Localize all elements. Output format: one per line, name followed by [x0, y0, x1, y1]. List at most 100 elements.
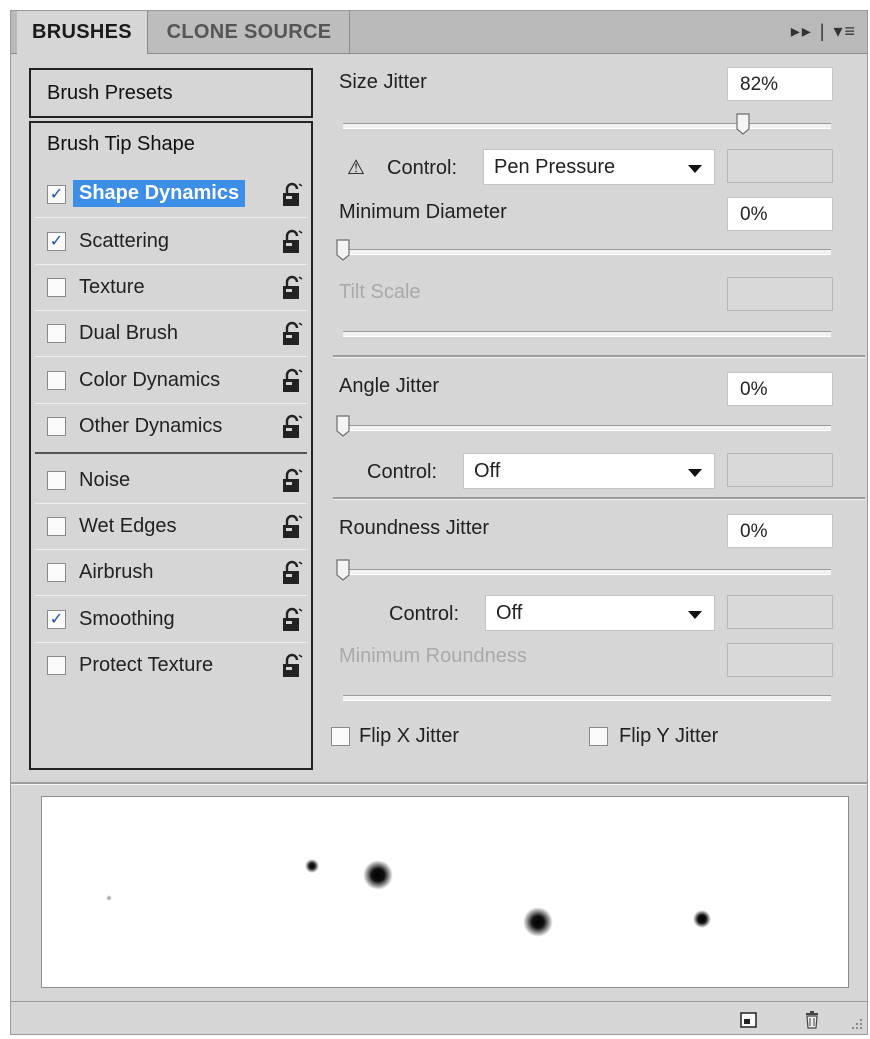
- roundness-jitter-label: Roundness Jitter: [339, 517, 490, 539]
- lock-icon[interactable]: [281, 321, 303, 347]
- warning-icon: ⚠: [347, 157, 365, 179]
- angle-jitter-label: Angle Jitter: [339, 375, 440, 397]
- brush-presets-button[interactable]: Brush Presets: [29, 68, 313, 118]
- size-control-value: Pen Pressure: [494, 156, 616, 178]
- lock-icon[interactable]: [281, 414, 303, 440]
- brush-option-smoothing[interactable]: ✓ Smoothing: [35, 598, 307, 643]
- brush-option-protect-texture[interactable]: Protect Texture: [35, 644, 307, 689]
- minimum-roundness-label: Minimum Roundness: [339, 645, 527, 667]
- roundness-jitter-slider[interactable]: [343, 569, 831, 575]
- size-jitter-label: Size Jitter: [339, 71, 427, 93]
- angle-jitter-slider-thumb[interactable]: [334, 415, 352, 437]
- control-label: Control:: [387, 157, 458, 179]
- option-label: Protect Texture: [79, 654, 214, 676]
- option-label: Dual Brush: [79, 322, 178, 344]
- option-label: Wet Edges: [79, 515, 177, 537]
- panel-menu-icon[interactable]: ▸▸ | ▾≡: [791, 21, 857, 42]
- tilt-scale-input: [727, 277, 833, 311]
- brush-stroke-preview: [41, 796, 849, 988]
- brush-option-noise[interactable]: Noise: [35, 459, 307, 504]
- option-checkbox[interactable]: [47, 371, 66, 390]
- row-divider: [35, 310, 307, 311]
- angle-fade-input: [727, 453, 833, 487]
- option-checkbox[interactable]: [47, 656, 66, 675]
- brushes-panel: BRUSHES CLONE SOURCE ▸▸ | ▾≡ Brush Prese…: [10, 10, 868, 1035]
- preview-dab: [693, 910, 711, 928]
- row-divider: [35, 217, 307, 218]
- preview-dab: [305, 859, 319, 873]
- size-jitter-input[interactable]: 82%: [727, 67, 833, 101]
- angle-control-select[interactable]: Off: [463, 453, 715, 489]
- minimum-diameter-slider-thumb[interactable]: [334, 239, 352, 261]
- lock-icon[interactable]: [281, 514, 303, 540]
- lock-icon[interactable]: [281, 607, 303, 633]
- roundness-control-value: Off: [496, 602, 523, 624]
- size-jitter-slider[interactable]: [343, 123, 831, 129]
- control-label: Control:: [389, 603, 460, 625]
- brush-option-other-dynamics[interactable]: Other Dynamics: [35, 405, 307, 450]
- tab-bar: BRUSHES CLONE SOURCE ▸▸ | ▾≡: [11, 11, 867, 54]
- size-control-select[interactable]: Pen Pressure: [483, 149, 715, 185]
- roundness-control-select[interactable]: Off: [485, 595, 715, 631]
- flip-x-checkbox[interactable]: [331, 727, 350, 746]
- chevron-down-icon: [688, 611, 702, 619]
- section-divider: [11, 782, 867, 785]
- angle-control-value: Off: [474, 460, 501, 482]
- brush-option-airbrush[interactable]: Airbrush: [35, 551, 307, 596]
- tilt-scale-label: Tilt Scale: [339, 281, 421, 303]
- option-checkbox[interactable]: ✓: [47, 185, 66, 204]
- roundness-jitter-slider-thumb[interactable]: [334, 559, 352, 581]
- lock-icon[interactable]: [281, 229, 303, 255]
- option-checkbox[interactable]: [47, 417, 66, 436]
- footer-divider: [11, 1001, 867, 1002]
- new-preset-icon[interactable]: [738, 1008, 760, 1030]
- option-label: Smoothing: [79, 608, 175, 630]
- lock-icon[interactable]: [281, 182, 303, 208]
- chevron-down-icon: [688, 165, 702, 173]
- angle-jitter-slider[interactable]: [343, 425, 831, 431]
- size-jitter-slider-thumb[interactable]: [734, 113, 752, 135]
- chevron-down-icon: [688, 469, 702, 477]
- lock-icon[interactable]: [281, 653, 303, 679]
- row-divider: [35, 549, 307, 550]
- option-checkbox[interactable]: [47, 563, 66, 582]
- tilt-scale-slider: [343, 331, 831, 337]
- option-checkbox[interactable]: [47, 517, 66, 536]
- lock-icon[interactable]: [281, 560, 303, 586]
- row-divider: [35, 503, 307, 504]
- preview-dab: [106, 895, 112, 901]
- trash-icon[interactable]: [801, 1008, 823, 1030]
- brush-option-scattering[interactable]: ✓ Scattering: [35, 220, 307, 265]
- roundness-fade-input: [727, 595, 833, 629]
- brush-tip-shape-item[interactable]: Brush Tip Shape: [47, 133, 195, 156]
- option-checkbox[interactable]: [47, 324, 66, 343]
- brush-option-texture[interactable]: Texture: [35, 266, 307, 311]
- option-label: Other Dynamics: [79, 415, 223, 437]
- section-divider: [333, 497, 865, 500]
- minimum-diameter-label: Minimum Diameter: [339, 201, 507, 223]
- fade-steps-input: [727, 149, 833, 183]
- group-divider: [35, 452, 307, 454]
- option-label: Shape Dynamics: [73, 180, 246, 207]
- option-checkbox[interactable]: ✓: [47, 232, 66, 251]
- lock-icon[interactable]: [281, 275, 303, 301]
- option-checkbox[interactable]: [47, 471, 66, 490]
- brush-option-wet-edges[interactable]: Wet Edges: [35, 505, 307, 550]
- lock-icon[interactable]: [281, 468, 303, 494]
- row-divider: [35, 642, 307, 643]
- option-checkbox[interactable]: ✓: [47, 610, 66, 629]
- brush-option-dual-brush[interactable]: Dual Brush: [35, 312, 307, 357]
- option-checkbox[interactable]: [47, 278, 66, 297]
- resize-grip-icon[interactable]: [849, 1016, 863, 1030]
- flip-y-checkbox[interactable]: [589, 727, 608, 746]
- lock-icon[interactable]: [281, 368, 303, 394]
- tab-brushes[interactable]: BRUSHES: [17, 11, 148, 54]
- row-divider: [35, 595, 307, 596]
- minimum-diameter-slider[interactable]: [343, 249, 831, 255]
- brush-option-color-dynamics[interactable]: Color Dynamics: [35, 359, 307, 404]
- minimum-diameter-input[interactable]: 0%: [727, 197, 833, 231]
- brush-option-shape-dynamics[interactable]: ✓ Shape Dynamics: [35, 173, 307, 218]
- angle-jitter-input[interactable]: 0%: [727, 372, 833, 406]
- tab-clone-source[interactable]: CLONE SOURCE: [149, 11, 350, 53]
- roundness-jitter-input[interactable]: 0%: [727, 514, 833, 548]
